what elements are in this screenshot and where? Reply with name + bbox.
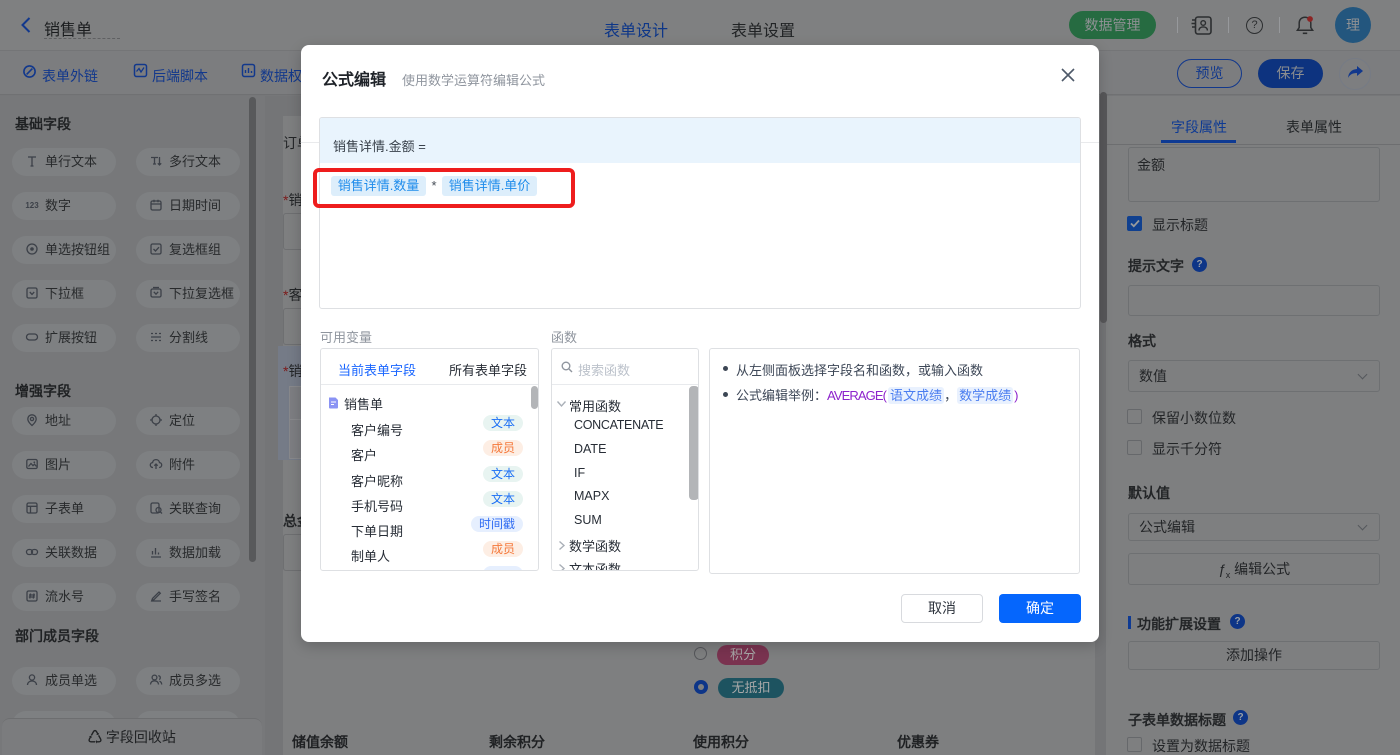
svg-text:123: 123 <box>25 201 39 210</box>
